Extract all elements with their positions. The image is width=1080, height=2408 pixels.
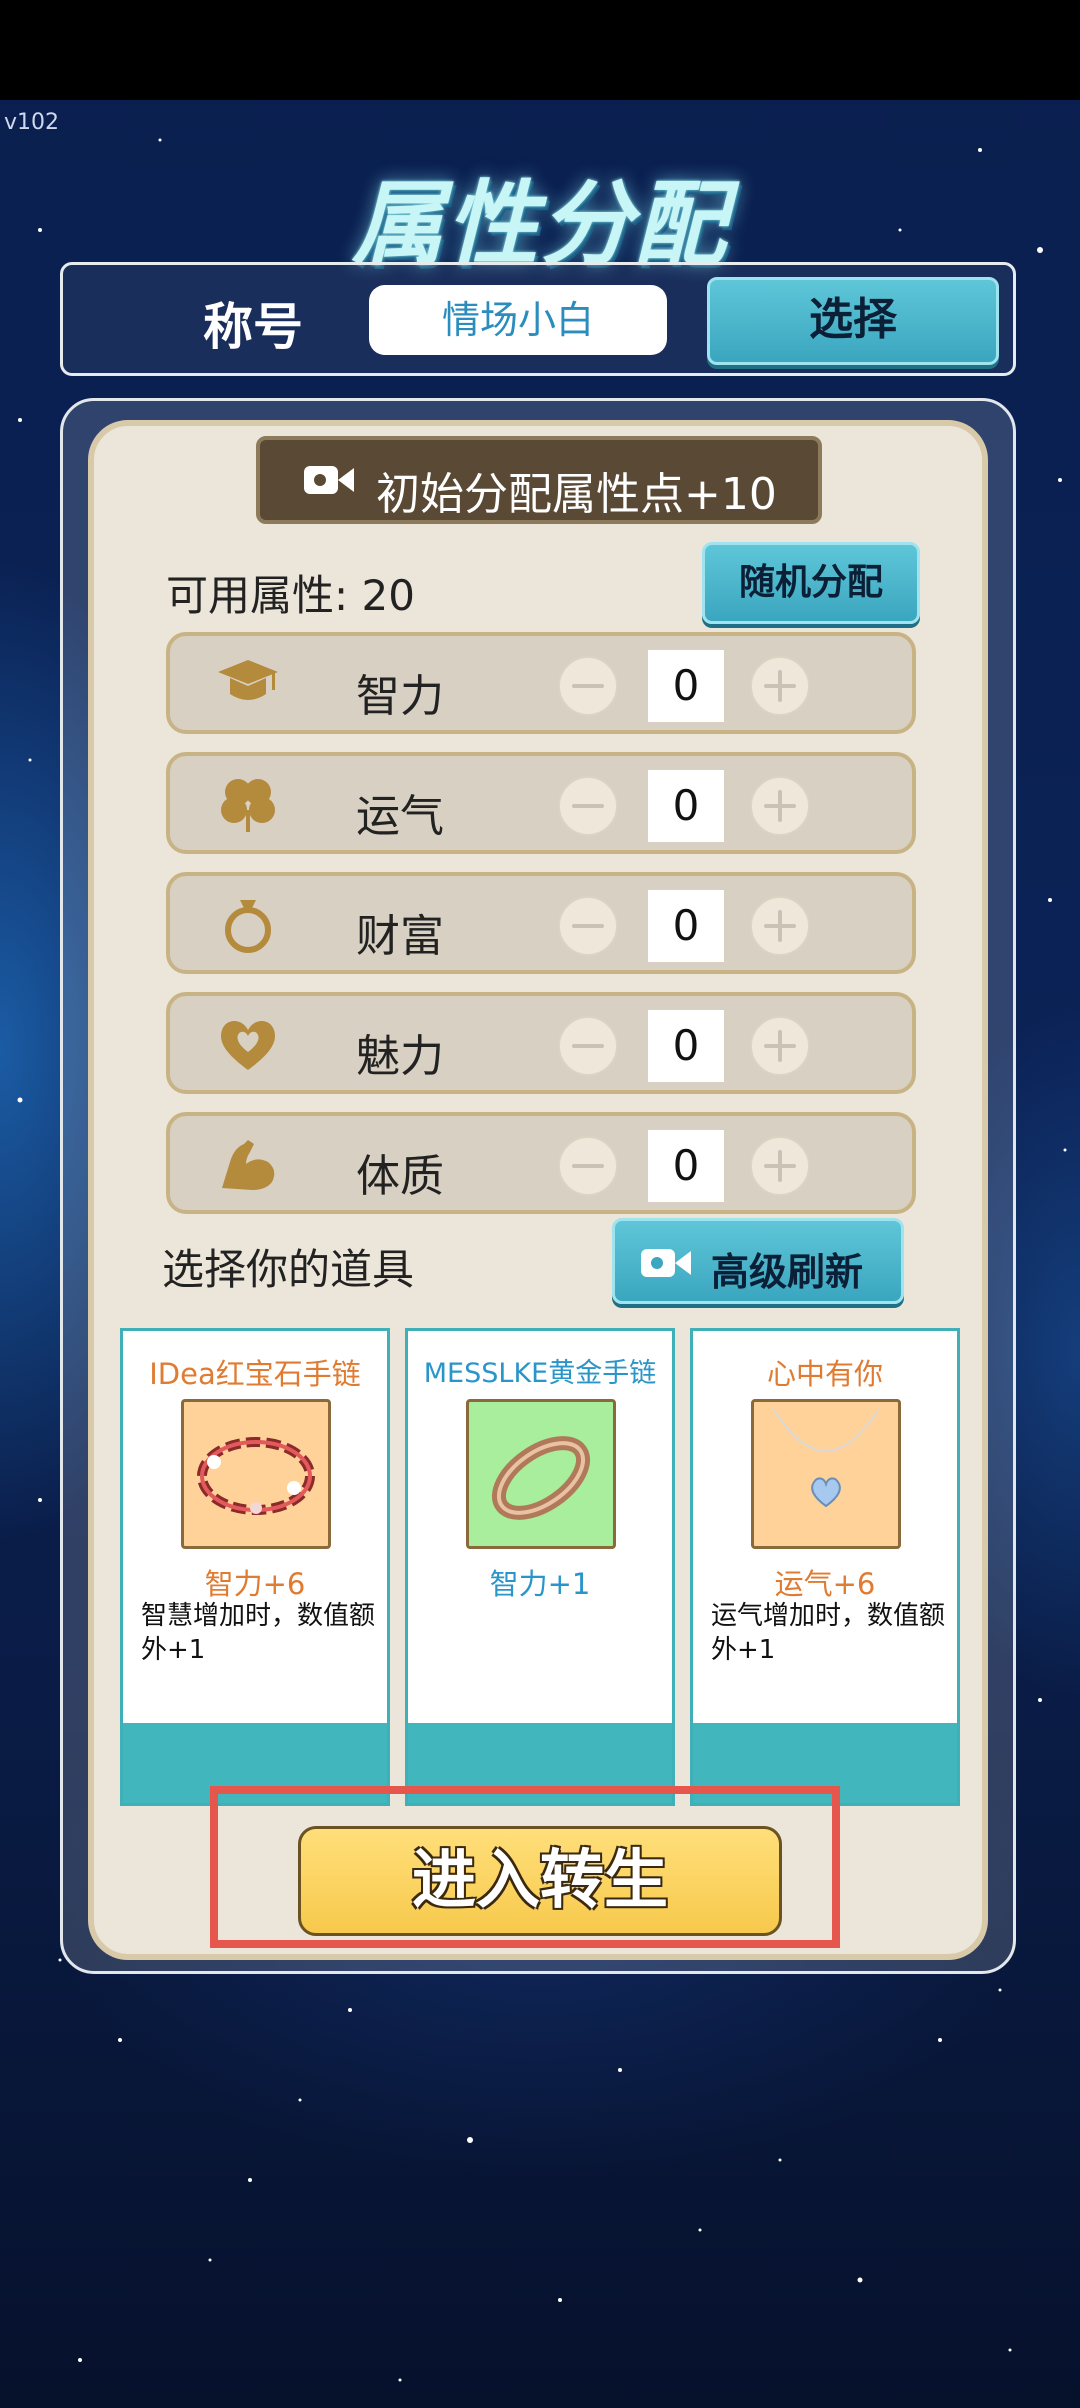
attribute-row-constitution: 体质 0 [166,1112,916,1214]
status-bar [0,0,1080,100]
attribute-row-luck: 运气 0 [166,752,916,854]
item-card[interactable]: MESSLKE黄金手链 智力+1 [405,1328,675,1806]
attribute-row-charm: 魅力 0 [166,992,916,1094]
item-description: 运气增加时，数值额外+1 [711,1601,946,1665]
item-effect: 运气+6 [774,1567,876,1601]
decrease-button[interactable] [558,776,618,836]
ruby-bracelet-image [181,1399,331,1549]
decrease-button[interactable] [558,896,618,956]
bonus-points-video-button[interactable]: 初始分配属性点+10 [256,436,822,524]
item-name: IDea红宝石手链 [149,1357,361,1391]
select-title-button[interactable]: 选择 [707,277,999,365]
ring-icon [225,900,271,953]
heart-icon [221,1021,275,1070]
video-camera-icon [641,1245,693,1281]
advanced-refresh-button[interactable]: 高级刷新 [612,1218,904,1304]
decrease-button[interactable] [558,1016,618,1076]
attribute-name: 魅力 [356,1031,444,1082]
attribute-value: 0 [648,890,724,962]
attribute-row-wealth: 财富 0 [166,872,916,974]
graduation-cap-icon [218,660,278,700]
video-camera-icon [304,462,356,498]
attribute-name: 运气 [356,791,444,842]
advanced-refresh-label: 高级刷新 [711,1250,864,1294]
gold-bangle-image [466,1399,616,1549]
attribute-name: 财富 [356,911,444,962]
available-points-label: 可用属性: 20 [166,571,415,620]
highlight-box [210,1786,840,1948]
decrease-button[interactable] [558,1136,618,1196]
item-card[interactable]: 心中有你 运气+6 运气增加时，数值额外+1 [690,1328,960,1806]
item-description: 智慧增加时，数值额外+1 [141,1601,376,1665]
item-card[interactable]: IDea红宝石手链 智力+6 智慧增加时，数值额外+1 [120,1328,390,1806]
clover-icon [221,779,275,832]
random-allocate-button[interactable]: 随机分配 [702,542,920,624]
item-effect: 智力+6 [204,1567,306,1601]
bonus-points-label: 初始分配属性点+10 [376,469,777,520]
increase-button[interactable] [750,896,810,956]
increase-button[interactable] [750,776,810,836]
attribute-value: 0 [648,1130,724,1202]
attribute-value: 0 [648,770,724,842]
current-title-field: 情场小白 [369,285,667,355]
decrease-button[interactable] [558,656,618,716]
item-name: MESSLKE黄金手链 [423,1358,657,1389]
heart-necklace-image [751,1399,901,1549]
attribute-value: 0 [648,1010,724,1082]
choose-props-label: 选择你的道具 [162,1245,415,1294]
version-label: v102 [4,110,60,135]
title-selector-row: 称号 情场小白 选择 [60,262,1016,376]
increase-button[interactable] [750,1136,810,1196]
attribute-row-intelligence: 智力 0 [166,632,916,734]
title-label: 称号 [203,298,303,356]
increase-button[interactable] [750,1016,810,1076]
increase-button[interactable] [750,656,810,716]
attribute-name: 智力 [356,671,444,722]
attribute-name: 体质 [356,1151,444,1202]
attribute-value: 0 [648,650,724,722]
item-name: 心中有你 [766,1357,883,1391]
muscle-arm-icon [222,1140,275,1190]
item-effect: 智力+1 [489,1567,591,1601]
